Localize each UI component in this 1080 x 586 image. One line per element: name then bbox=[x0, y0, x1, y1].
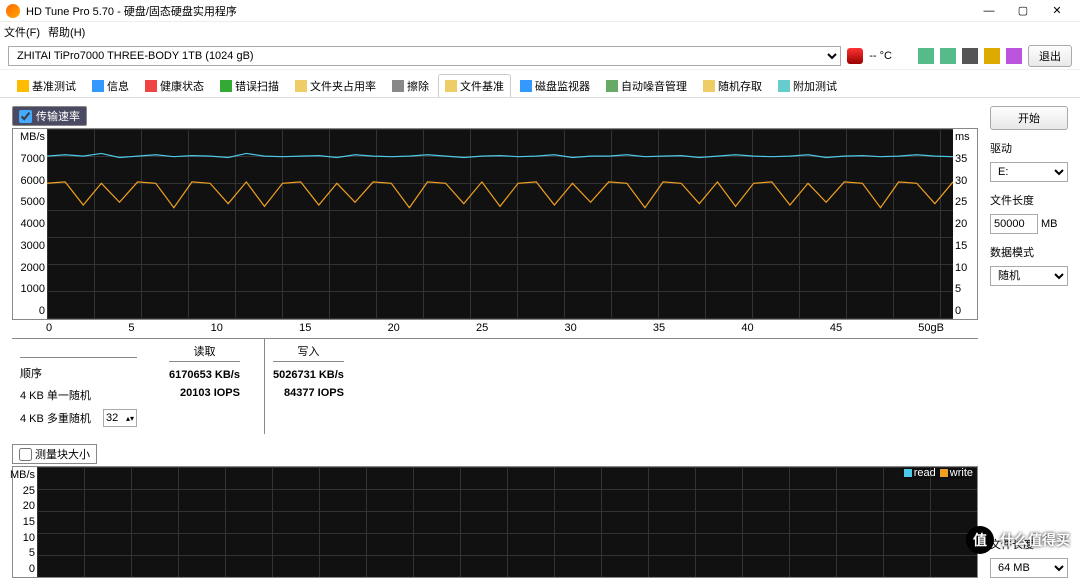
random-icon bbox=[703, 80, 715, 92]
tab-random[interactable]: 随机存取 bbox=[696, 74, 769, 97]
row-sequential-label: 顺序 bbox=[20, 362, 137, 384]
drive-label: 驱动 bbox=[990, 140, 1068, 156]
folder-icon bbox=[295, 80, 307, 92]
transfer-rate-check-input[interactable] bbox=[19, 110, 32, 123]
results-table: 顺序 4 KB 单一随机 4 KB 多重随机 32▴▾ 读取 6170653 K… bbox=[12, 338, 978, 434]
chart-blocksize: MB/s 2520151050 read write bbox=[12, 466, 978, 578]
maximize-button[interactable]: ▢ bbox=[1006, 1, 1040, 21]
chart2-canvas: read write bbox=[37, 467, 977, 577]
menu-help[interactable]: 帮助(H) bbox=[48, 24, 85, 40]
tab-errorscan[interactable]: 错误扫描 bbox=[213, 74, 286, 97]
datamode-label: 数据模式 bbox=[990, 244, 1068, 260]
titlebar: HD Tune Pro 5.70 - 硬盘/固态硬盘实用程序 — ▢ ✕ bbox=[0, 0, 1080, 22]
bolt-icon bbox=[17, 80, 29, 92]
tab-extra[interactable]: 附加测试 bbox=[771, 74, 844, 97]
tab-benchmark[interactable]: 基准测试 bbox=[10, 74, 83, 97]
copy-icon[interactable] bbox=[918, 48, 934, 64]
datamode-select[interactable]: 随机 bbox=[990, 266, 1068, 286]
chart-canvas bbox=[47, 129, 953, 319]
menu-file[interactable]: 文件(F) bbox=[4, 24, 40, 40]
transfer-rate-checkbox[interactable]: 传输速率 bbox=[12, 106, 87, 126]
tab-folderusage[interactable]: 文件夹占用率 bbox=[288, 74, 383, 97]
tab-info[interactable]: 信息 bbox=[85, 74, 136, 97]
blocksize-check-input[interactable] bbox=[19, 448, 32, 461]
sidebar: 开始 驱动 E: 文件长度 MB 数据模式 随机 文件长度 64 MB bbox=[990, 106, 1068, 578]
search-icon bbox=[220, 80, 232, 92]
menubar: 文件(F) 帮助(H) bbox=[0, 22, 1080, 42]
4k1-read-value: 20103 IOPS bbox=[169, 384, 240, 402]
tab-erase[interactable]: 擦除 bbox=[385, 74, 436, 97]
settings-icon[interactable] bbox=[984, 48, 1000, 64]
camera-icon[interactable] bbox=[962, 48, 978, 64]
thermometer-icon bbox=[847, 48, 863, 64]
filelen-unit: MB bbox=[1041, 218, 1058, 230]
row-4k-multi-label: 4 KB 多重随机 32▴▾ bbox=[20, 406, 137, 430]
info-icon bbox=[92, 80, 104, 92]
watermark-icon: 值 bbox=[966, 526, 994, 554]
close-button[interactable]: ✕ bbox=[1040, 1, 1074, 21]
minimize-button[interactable]: — bbox=[972, 1, 1006, 21]
blocksize-checkbox[interactable]: 测量块大小 bbox=[12, 444, 97, 464]
erase-icon bbox=[392, 80, 404, 92]
app-icon bbox=[6, 4, 20, 18]
filelen2-select[interactable]: 64 MB bbox=[990, 558, 1068, 578]
multi-queue-spinner[interactable]: 32▴▾ bbox=[103, 409, 137, 427]
chart2-legend: read write bbox=[902, 467, 975, 479]
file-icon bbox=[445, 80, 457, 92]
drive-select[interactable]: ZHITAI TiPro7000 THREE-BODY 1TB (1024 gB… bbox=[8, 46, 841, 66]
seq-write-value: 5026731 KB/s bbox=[273, 366, 344, 384]
filelen-label: 文件长度 bbox=[990, 192, 1068, 208]
screenshot-icon[interactable] bbox=[940, 48, 956, 64]
tab-health[interactable]: 健康状态 bbox=[138, 74, 211, 97]
window-title: HD Tune Pro 5.70 - 硬盘/固态硬盘实用程序 bbox=[26, 3, 972, 19]
row-4k-single-label: 4 KB 单一随机 bbox=[20, 384, 137, 406]
y-axis-left: MB/s 70006000500040003000200010000 bbox=[13, 129, 47, 319]
start-button[interactable]: 开始 bbox=[990, 106, 1068, 130]
tab-diskmonitor[interactable]: 磁盘监视器 bbox=[513, 74, 597, 97]
heart-icon bbox=[145, 80, 157, 92]
chart-transfer: MB/s 70006000500040003000200010000 ms 35… bbox=[12, 128, 978, 320]
filelen-input[interactable] bbox=[990, 214, 1038, 234]
save-icon[interactable] bbox=[1006, 48, 1022, 64]
tab-aam[interactable]: 自动噪音管理 bbox=[599, 74, 694, 97]
4k1-write-value: 84377 IOPS bbox=[273, 384, 344, 402]
y-axis-right: ms 35302520151050 bbox=[953, 129, 977, 319]
extra-icon bbox=[778, 80, 790, 92]
seq-read-value: 6170653 KB/s bbox=[169, 366, 240, 384]
tabbar: 基准测试 信息 健康状态 错误扫描 文件夹占用率 擦除 文件基准 磁盘监视器 自… bbox=[0, 70, 1080, 98]
toolbar: ZHITAI TiPro7000 THREE-BODY 1TB (1024 gB… bbox=[0, 42, 1080, 70]
x-axis: 05101520253035404550gB bbox=[12, 320, 978, 334]
temperature-value: -- °C bbox=[869, 50, 892, 62]
exit-button[interactable]: 退出 bbox=[1028, 45, 1072, 67]
watermark: 值 什么值得买 bbox=[966, 526, 1070, 554]
sound-icon bbox=[606, 80, 618, 92]
monitor-icon bbox=[520, 80, 532, 92]
drive-letter-select[interactable]: E: bbox=[990, 162, 1068, 182]
tab-filebenchmark[interactable]: 文件基准 bbox=[438, 74, 511, 97]
